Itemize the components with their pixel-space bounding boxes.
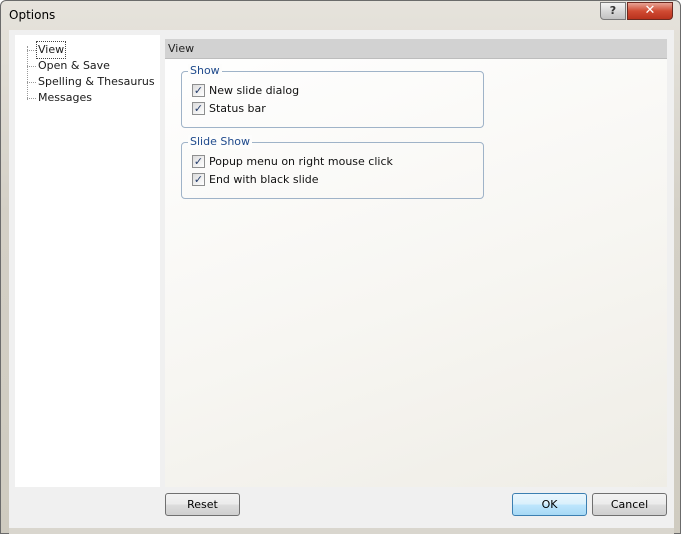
reset-button[interactable]: Reset — [165, 493, 240, 516]
tree-item-label: Messages — [38, 91, 92, 104]
tree-branch — [27, 82, 36, 83]
tree-item-label: View — [35, 41, 67, 59]
dialog-client-area: View Open & Save Spelling & Thesaurus Me… — [9, 30, 674, 528]
ok-button[interactable]: OK — [512, 493, 587, 516]
checkbox-checked-icon[interactable]: ✓ — [192, 173, 205, 186]
help-icon: ? — [609, 4, 617, 17]
group-show: Show ✓ New slide dialog ✓ Status bar — [181, 64, 484, 128]
cancel-button[interactable]: Cancel — [592, 493, 667, 516]
close-icon: ✕ — [644, 3, 656, 18]
checkbox-checked-icon[interactable]: ✓ — [192, 84, 205, 97]
help-button[interactable]: ? — [600, 2, 626, 20]
tree-connector-line — [27, 46, 28, 100]
title-bar[interactable]: Options ? ✕ — [1, 1, 680, 29]
option-label: Popup menu on right mouse click — [209, 155, 393, 168]
close-button[interactable]: ✕ — [627, 2, 673, 20]
dialog-bottom-edge — [9, 528, 674, 534]
option-label: Status bar — [209, 102, 266, 115]
panel-title: View — [168, 42, 195, 55]
panel-header: View — [165, 39, 667, 59]
checkbox-checked-icon[interactable]: ✓ — [192, 102, 205, 115]
tree-branch — [27, 98, 36, 99]
tree-item-label: Open & Save — [38, 59, 110, 72]
window-title: Options — [9, 8, 56, 22]
tree-branch — [27, 50, 36, 51]
group-slide-show: Slide Show ✓ Popup menu on right mouse c… — [181, 135, 484, 199]
options-tree: View Open & Save Spelling & Thesaurus Me… — [15, 35, 160, 487]
checkbox-checked-icon[interactable]: ✓ — [192, 155, 205, 168]
tree-item-label: Spelling & Thesaurus — [38, 75, 155, 88]
group-title: Slide Show — [188, 135, 253, 149]
group-title: Show — [188, 64, 222, 78]
options-dialog: Options ? ✕ View Open & Save Spelling & … — [0, 0, 681, 534]
tree-branch — [27, 66, 36, 67]
settings-panel: View Show ✓ New slide dialog ✓ Status ba… — [165, 39, 667, 487]
option-label: End with black slide — [209, 173, 319, 186]
option-label: New slide dialog — [209, 84, 300, 97]
